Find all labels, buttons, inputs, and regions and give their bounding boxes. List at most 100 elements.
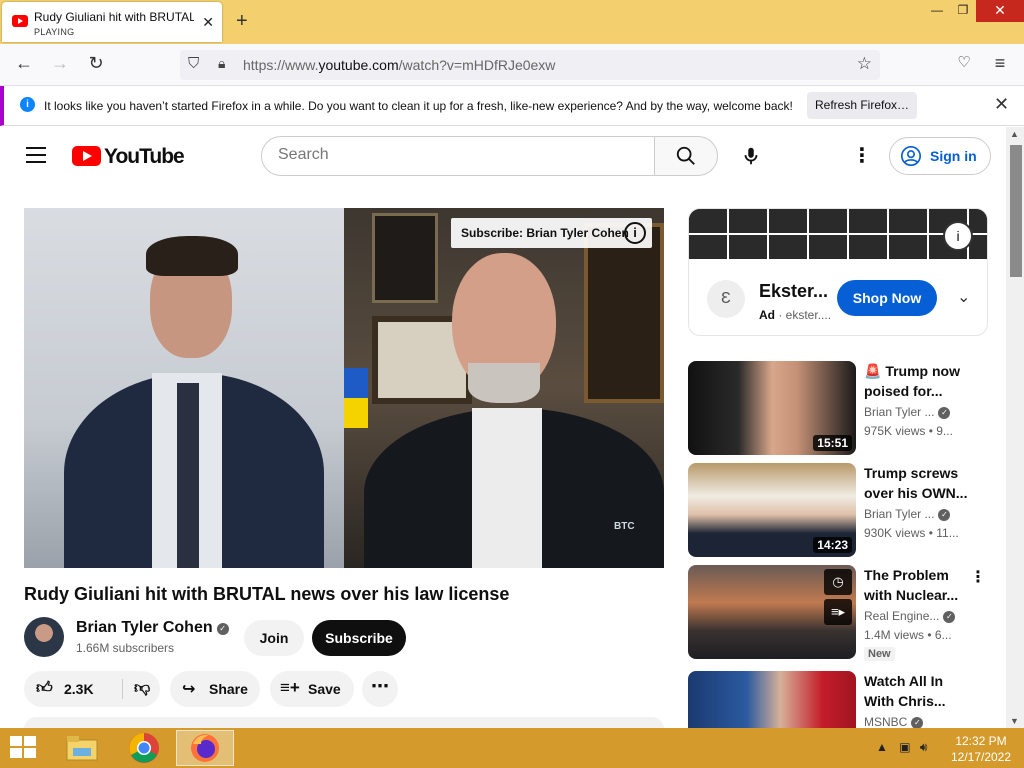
- volume-icon[interactable]: 🔊︎: [920, 740, 928, 754]
- video-player[interactable]: BTC Subscribe: Brian Tyler Cohen i: [24, 208, 664, 568]
- hamburger-menu-icon[interactable]: [26, 147, 46, 163]
- subscribe-button[interactable]: Subscribe: [312, 620, 406, 656]
- tray-expand-icon[interactable]: ▲: [876, 740, 888, 754]
- recommendation-channel[interactable]: Brian Tyler ... ✓: [864, 507, 951, 521]
- more-options-icon[interactable]: ⋮: [970, 567, 986, 587]
- scroll-down-arrow-icon[interactable]: ▼: [1010, 716, 1019, 726]
- address-bar[interactable]: ⛉ 🔒︎ https://www.youtube.com/watch?v=mHD…: [180, 50, 880, 80]
- new-tab-button[interactable]: +: [236, 10, 248, 33]
- recommendation-channel[interactable]: MSNBC ✓: [864, 715, 924, 728]
- recommendation-title[interactable]: Trump screws over his OWN...: [864, 463, 974, 503]
- clock-time: 12:32 PM: [955, 734, 1007, 748]
- ad-brand-logo[interactable]: Ɛ: [707, 280, 745, 318]
- chrome-taskbar-icon[interactable]: [116, 730, 172, 766]
- add-to-queue-icon[interactable]: ≡▸: [824, 599, 852, 625]
- share-button[interactable]: ↪ Share: [170, 671, 260, 707]
- recommendation-title[interactable]: Watch All In With Chris...: [864, 671, 974, 711]
- recommendation-item[interactable]: 14:23 Trump screws over his OWN... Brian…: [688, 463, 998, 557]
- thumbnail-hover-icons: ◷ ≡▸: [824, 569, 852, 629]
- join-button[interactable]: Join: [244, 620, 304, 656]
- video-thumbnail[interactable]: 15:51: [688, 361, 856, 455]
- more-actions-button[interactable]: ⋯: [362, 671, 398, 707]
- youtube-favicon-icon: [12, 15, 28, 27]
- subscribe-overlay[interactable]: Subscribe: Brian Tyler Cohen i: [451, 218, 652, 248]
- firefox-taskbar-icon[interactable]: [176, 730, 234, 766]
- back-arrow-icon[interactable]: ←: [12, 53, 36, 74]
- url-text[interactable]: https://www.youtube.com/watch?v=mHDfRJe0…: [243, 57, 555, 73]
- window-close-button[interactable]: ✕: [976, 0, 1024, 22]
- playlist-add-icon: ≡+: [280, 678, 300, 697]
- firefox-notification-bar: i It looks like you haven’t started Fire…: [0, 86, 1024, 126]
- scroll-up-arrow-icon[interactable]: ▲: [1010, 129, 1019, 139]
- like-count[interactable]: 2.3K: [64, 681, 94, 697]
- lock-icon[interactable]: 🔒︎: [218, 55, 225, 72]
- settings-more-icon[interactable]: ⋮: [852, 143, 872, 168]
- chevron-down-icon[interactable]: ⌄: [957, 287, 970, 307]
- thumbs-down-icon[interactable]: 👎︎: [134, 679, 150, 698]
- refresh-firefox-button[interactable]: Refresh Firefox…: [807, 92, 917, 119]
- channel-avatar[interactable]: [24, 617, 64, 657]
- bookmark-star-icon[interactable]: ☆: [857, 54, 872, 74]
- notification-close-icon[interactable]: ✕: [994, 94, 1009, 115]
- taskbar-clock[interactable]: 12:32 PM 12/17/2022: [944, 733, 1018, 765]
- recommendation-item[interactable]: ◷ ≡▸ The Problem with Nuclear... ⋮ Real …: [688, 565, 998, 661]
- info-icon[interactable]: i: [624, 222, 646, 244]
- file-explorer-taskbar-icon[interactable]: [54, 730, 110, 766]
- guest-beard: [468, 363, 540, 403]
- save-button[interactable]: ≡+ Save: [270, 671, 354, 707]
- like-divider: [122, 679, 123, 699]
- recommendation-title[interactable]: 🚨 Trump now poised for...: [864, 361, 974, 401]
- reload-icon[interactable]: ↻: [84, 53, 108, 74]
- tab-close-icon[interactable]: ✕: [202, 14, 214, 31]
- recommendation-meta: 930K views • 11...: [864, 526, 959, 540]
- scrollbar-thumb[interactable]: [1010, 145, 1022, 277]
- wall-display-case: [584, 223, 664, 403]
- video-thumbnail[interactable]: ◷ ≡▸: [688, 565, 856, 659]
- search-box[interactable]: [261, 136, 655, 176]
- system-tray[interactable]: ▲ ▣ 🔊︎: [876, 740, 927, 755]
- pocket-icon[interactable]: ♡: [952, 53, 976, 71]
- search-icon: [676, 146, 695, 165]
- recommendation-item[interactable]: Watch All In With Chris... MSNBC ✓: [688, 671, 998, 728]
- network-icon[interactable]: ▣: [899, 740, 910, 754]
- video-title: Rudy Giuliani hit with BRUTAL news over …: [24, 584, 510, 604]
- tab-playing-status: PLAYING: [34, 27, 75, 37]
- like-dislike-group: 👍︎ 2.3K 👎︎: [24, 671, 160, 707]
- ad-brand-name[interactable]: Ekster...: [759, 281, 828, 302]
- duration-badge: 14:23: [813, 537, 852, 553]
- page-scrollbar[interactable]: ▲ ▼: [1006, 127, 1024, 728]
- search-button[interactable]: [654, 136, 718, 176]
- recommendation-channel[interactable]: Brian Tyler ... ✓: [864, 405, 951, 419]
- sign-in-button[interactable]: Sign in: [889, 137, 991, 175]
- windows-taskbar: ▲ ▣ 🔊︎ 12:32 PM 12/17/2022: [0, 728, 1024, 768]
- description-box[interactable]: [24, 717, 664, 728]
- share-label: Share: [209, 681, 248, 697]
- host-tie: [177, 383, 199, 568]
- thumbs-up-icon[interactable]: 👍︎: [36, 679, 53, 698]
- video-thumbnail[interactable]: 14:23: [688, 463, 856, 557]
- ad-info-icon[interactable]: i: [943, 221, 973, 251]
- ad-meta: Ad · ekster....: [759, 308, 832, 322]
- window-maximize-button[interactable]: ❐: [948, 0, 978, 22]
- shop-now-button[interactable]: Shop Now: [837, 280, 937, 316]
- channel-name[interactable]: Brian Tyler Cohen ✓: [76, 619, 229, 637]
- verified-check-icon: ✓: [911, 717, 924, 728]
- browser-tab-active[interactable]: Rudy Giuliani hit with BRUTAL news over …: [2, 2, 222, 42]
- video-thumbnail[interactable]: [688, 671, 856, 728]
- ukraine-flag: [344, 368, 368, 428]
- shield-icon[interactable]: ⛉: [188, 55, 199, 72]
- channel-watermark: BTC: [614, 522, 635, 532]
- recommendation-title[interactable]: The Problem with Nuclear...: [864, 565, 974, 605]
- search-input[interactable]: [278, 146, 638, 164]
- verified-check-icon: ✓: [216, 623, 229, 635]
- recommendation-channel[interactable]: Real Engine... ✓: [864, 609, 956, 623]
- wall-photo-frame: [372, 213, 438, 303]
- watch-later-clock-icon[interactable]: ◷: [824, 569, 852, 595]
- sidebar-ad[interactable]: i Ɛ Ekster... Ad · ekster.... Shop Now ⌄: [688, 208, 988, 336]
- recommendation-item[interactable]: 15:51 🚨 Trump now poised for... Brian Ty…: [688, 361, 998, 455]
- voice-search-button[interactable]: [731, 136, 771, 176]
- app-menu-icon[interactable]: ≡: [988, 53, 1012, 74]
- windows-start-button[interactable]: [10, 736, 38, 760]
- forward-arrow-icon[interactable]: →: [48, 53, 72, 74]
- notification-message: It looks like you haven’t started Firefo…: [44, 99, 793, 113]
